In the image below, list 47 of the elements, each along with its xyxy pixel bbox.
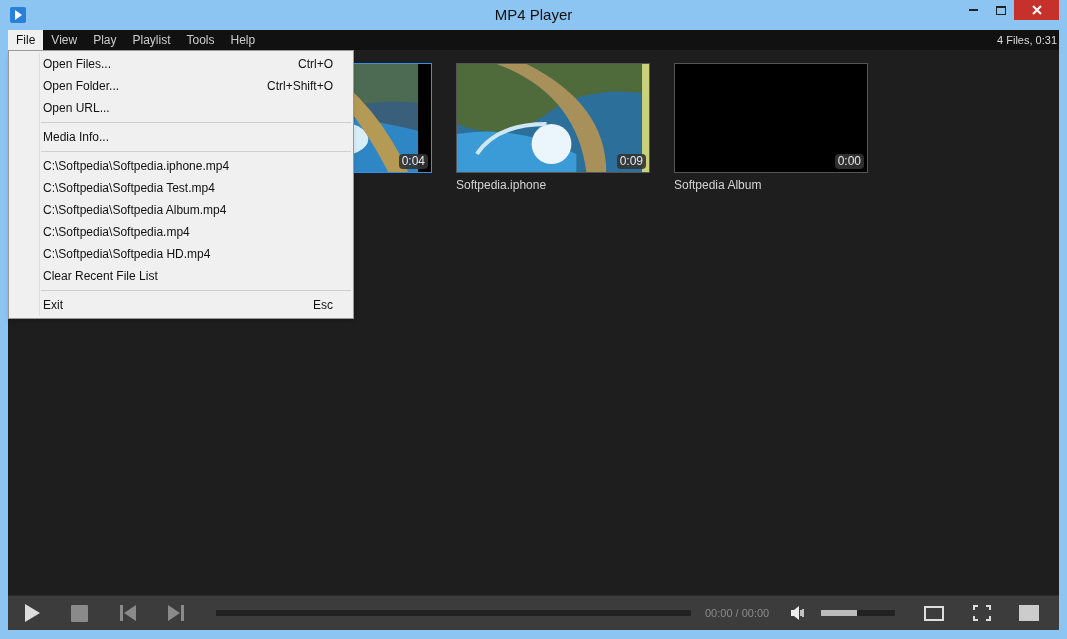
menu-item[interactable]: File — [8, 30, 44, 50]
time-display: 00:00 / 00:00 — [705, 605, 770, 621]
speaker-icon — [790, 605, 807, 621]
menu-item[interactable]: Tools — [178, 30, 223, 50]
file-summary: 4 Files, 0:31 — [997, 32, 1057, 48]
duration-label: 0:04 — [398, 154, 428, 169]
menu-entry[interactable]: Clear Recent File List — [9, 265, 353, 287]
stop-icon — [70, 604, 88, 622]
menu-entry[interactable]: Open Files... Ctrl+O — [9, 53, 353, 75]
rectangle-icon — [924, 605, 945, 621]
minimize-icon — [969, 9, 978, 11]
fullscreen-button[interactable] — [971, 604, 994, 622]
menu-entry[interactable]: Open Folder... Ctrl+Shift+O — [9, 75, 353, 97]
duration-label: 0:09 — [616, 154, 646, 169]
file-name: Softpedia Album — [674, 177, 763, 194]
video-thumbnail[interactable]: 0:00 — [674, 63, 868, 173]
app-icon — [10, 7, 26, 23]
maximize-icon — [995, 5, 1006, 15]
menu-entry[interactable]: Exit Esc — [9, 294, 353, 316]
previous-icon — [119, 604, 137, 622]
previous-button[interactable] — [118, 604, 138, 622]
volume-slider[interactable] — [821, 610, 896, 616]
menu-entry[interactable]: C:\Softpedia\Softpedia HD.mp4 — [9, 243, 353, 265]
menu-item[interactable]: View — [43, 30, 86, 50]
stop-button[interactable] — [70, 604, 88, 622]
close-button[interactable] — [1014, 0, 1059, 20]
next-icon — [167, 604, 185, 622]
close-icon — [1031, 5, 1042, 15]
duration-label: 0:00 — [834, 154, 864, 169]
play-icon — [23, 603, 41, 623]
window-mode-button[interactable] — [923, 604, 946, 622]
menu-item[interactable]: Help — [222, 30, 264, 50]
playlist-button[interactable] — [1019, 605, 1040, 621]
menu-entry[interactable]: Media Info... — [9, 126, 353, 148]
menu-entry[interactable]: C:\Softpedia\Softpedia Test.mp4 — [9, 177, 353, 199]
menu-entry[interactable]: C:\Softpedia\Softpedia Album.mp4 — [9, 199, 353, 221]
fullscreen-icon — [973, 605, 992, 621]
window-title: MP4 Player — [493, 4, 574, 25]
next-button[interactable] — [166, 604, 186, 622]
menu-entry[interactable]: Open URL... — [9, 97, 353, 119]
menu-entry[interactable]: C:\Softpedia\Softpedia.mp4 — [9, 221, 353, 243]
menu-item[interactable]: Playlist — [124, 30, 179, 50]
menu-item[interactable]: Play — [85, 30, 125, 50]
video-thumbnail[interactable]: 0:09 — [456, 63, 650, 173]
menu-entry[interactable]: C:\Softpedia\Softpedia.iphone.mp4 — [9, 155, 353, 177]
file-name: Softpedia.iphone — [456, 177, 548, 194]
play-button[interactable] — [22, 602, 42, 624]
